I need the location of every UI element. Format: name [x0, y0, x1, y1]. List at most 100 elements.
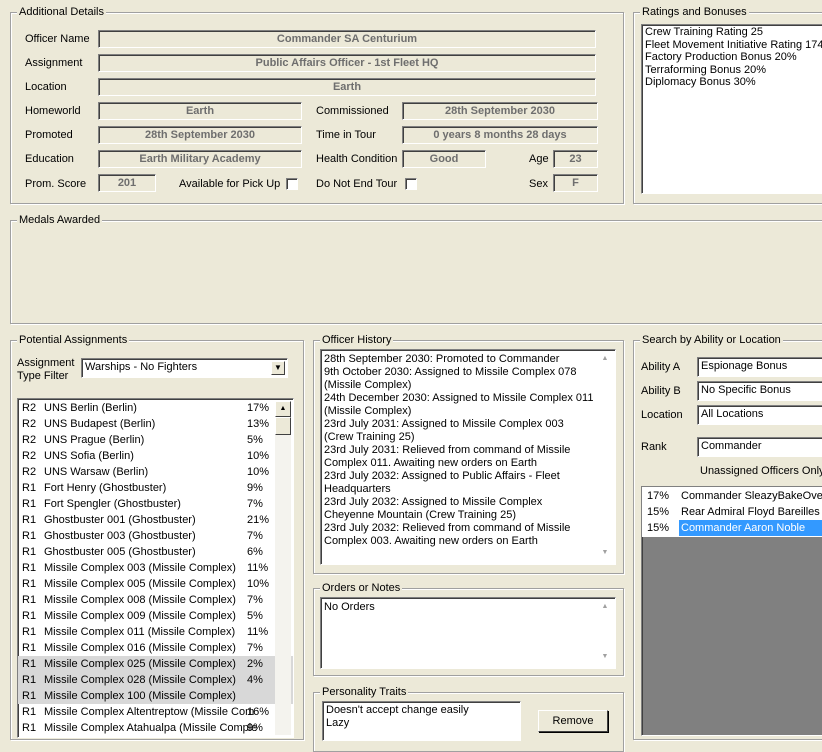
rank-label: Rank	[641, 441, 667, 453]
ability-a-dropdown[interactable]: Espionage Bonus	[697, 357, 822, 377]
assignments-scrollbar[interactable]: ▲	[275, 401, 291, 735]
assignment-name: Fort Henry (Ghostbuster)	[44, 482, 167, 494]
scroll-up-icon[interactable]: ▲	[597, 352, 613, 368]
assignment-type-filter-dropdown[interactable]: Warships - No Fighters ▼	[81, 358, 288, 378]
scroll-up-icon[interactable]: ▲	[597, 600, 613, 616]
history-entry: 28th September 2030: Promoted to Command…	[324, 353, 560, 365]
assignment-rank: R1	[22, 594, 37, 606]
assignment-type-filter-label-2: Type Filter	[17, 370, 69, 382]
assignment-row[interactable]: R1 Missile Complex 100 (Missile Complex)	[18, 688, 293, 704]
assignment-percent: 21%	[247, 514, 270, 526]
rating-item: Diplomacy Bonus 30%	[645, 76, 756, 88]
officer-name-label: Officer Name	[25, 33, 90, 45]
time-in-tour-field: 0 years 8 months 28 days	[402, 126, 598, 144]
remove-trait-button[interactable]: Remove	[538, 710, 608, 732]
assignment-row[interactable]: R1 Missile Complex 011 (Missile Complex) 1…	[18, 624, 293, 640]
officer-result-name: Rear Admiral Floyd Bareilles	[681, 506, 820, 518]
officer-result-percent: 15%	[647, 522, 670, 534]
assignment-rank: R1	[22, 578, 37, 590]
scrollbar-thumb[interactable]	[275, 417, 291, 435]
assignment-percent: 7%	[247, 642, 263, 654]
additional-details-legend: Additional Details	[17, 6, 106, 19]
assignment-row[interactable]: R1 Missile Complex Altentreptow (Missile …	[18, 704, 293, 720]
age-field: 23	[553, 150, 598, 168]
assignment-row[interactable]: R1 Missile Complex Atahualpa (Missile Com…	[18, 720, 293, 736]
assignment-percent: 9%	[247, 482, 263, 494]
assignment-rank: R1	[22, 498, 37, 510]
assignment-row[interactable]: R1 Ghostbuster 005 (Ghostbuster) 6%	[18, 544, 293, 560]
ratings-list[interactable]: Crew Training Rating 25 Fleet Movement I…	[641, 24, 822, 194]
officer-search-results-list[interactable]: 17% Commander SleazyBakeOven 15% Rear Admir…	[641, 486, 822, 736]
ability-b-dropdown[interactable]: No Specific Bonus	[697, 381, 822, 401]
assignment-percent: 7%	[247, 498, 263, 510]
history-scrollbar[interactable]: ▲ ▼	[597, 352, 613, 562]
assignment-row[interactable]: R1 Missile Complex 005 (Missile Complex) 1…	[18, 576, 293, 592]
rating-item: Factory Production Bonus 20%	[645, 51, 797, 63]
available-for-pickup-checkbox[interactable]	[286, 178, 298, 190]
officer-history-list[interactable]: 28th September 2030: Promoted to Command…	[320, 349, 616, 565]
assignment-rank: R1	[22, 658, 37, 670]
search-location-dropdown[interactable]: All Locations	[697, 405, 822, 425]
assignment-row[interactable]: R1 Missile Complex 008 (Missile Complex) 7…	[18, 592, 293, 608]
officer-result-percent: 15%	[647, 506, 670, 518]
assignment-row[interactable]: R1 Ghostbuster 001 (Ghostbuster) 21%	[18, 512, 293, 528]
history-entry: 9th October 2030: Assigned to Missile Co…	[324, 366, 577, 391]
assignment-name: Missile Complex 005 (Missile Complex)	[44, 578, 236, 590]
potential-assignments-list[interactable]: R2 UNS Berlin (Berlin) 17% R2 UNS Budapest (…	[17, 398, 294, 738]
chevron-down-icon[interactable]: ▼	[271, 361, 285, 375]
ability-a-label: Ability A	[641, 361, 681, 373]
history-entry: 24th December 2030: Assigned to Missile …	[324, 392, 594, 417]
assignment-rank: R2	[22, 450, 37, 462]
assignment-row[interactable]: R1 Missile Complex 003 (Missile Complex) 1…	[18, 560, 293, 576]
assignment-row[interactable]: R1 Missile Complex 009 (Missile Complex) 5…	[18, 608, 293, 624]
assignment-row[interactable]: R1 Fort Henry (Ghostbuster) 9%	[18, 480, 293, 496]
scroll-down-icon[interactable]: ▼	[597, 546, 613, 562]
assignment-percent: 4%	[247, 674, 263, 686]
assignment-row[interactable]: R2 UNS Sofia (Berlin) 10%	[18, 448, 293, 464]
assignment-row[interactable]: R1 Ghostbuster 003 (Ghostbuster) 7%	[18, 528, 293, 544]
assignment-row[interactable]: R2 UNS Prague (Berlin) 5%	[18, 432, 293, 448]
personality-traits-list[interactable]: Doesn't accept change easily Lazy	[322, 701, 521, 741]
ability-b-value: No Specific Bonus	[701, 384, 791, 396]
orders-scrollbar[interactable]: ▲ ▼	[597, 600, 613, 666]
age-label: Age	[529, 153, 549, 165]
assignment-name: Missile Complex 028 (Missile Complex)	[44, 674, 236, 686]
history-entry: 23rd July 2032: Relieved from command of…	[324, 522, 571, 547]
assignment-name: UNS Berlin (Berlin)	[44, 402, 137, 414]
assignment-row[interactable]: R2 UNS Warsaw (Berlin) 10%	[18, 464, 293, 480]
assignment-percent: 16%	[247, 706, 270, 718]
assignment-rank: R1	[22, 722, 37, 734]
assignment-row[interactable]: R2 UNS Budapest (Berlin) 13%	[18, 416, 293, 432]
ability-a-value: Espionage Bonus	[701, 360, 788, 372]
assignment-rank: R2	[22, 434, 37, 446]
assignment-row[interactable]: R1 Fort Spengler (Ghostbuster) 7%	[18, 496, 293, 512]
medals-awarded-group: Medals Awarded	[10, 214, 822, 324]
sex-label: Sex	[529, 178, 548, 190]
assignment-row[interactable]: R2 UNS Berlin (Berlin) 17%	[18, 400, 293, 416]
orders-notes-legend: Orders or Notes	[320, 582, 403, 595]
health-condition-field: Good	[402, 150, 486, 168]
scroll-down-icon[interactable]: ▼	[597, 650, 613, 666]
officer-result-row[interactable]: 15% Commander Aaron Noble	[642, 520, 822, 536]
assignment-row[interactable]: R1 Missile Complex 016 (Missile Complex) 7…	[18, 640, 293, 656]
officer-result-row[interactable]: 15% Rear Admiral Floyd Bareilles	[642, 504, 822, 520]
scroll-up-icon[interactable]: ▲	[275, 401, 291, 417]
officer-result-row[interactable]: 17% Commander SleazyBakeOven	[642, 488, 822, 504]
assignment-rank: R1	[22, 514, 37, 526]
assignment-rank: R1	[22, 626, 37, 638]
assignment-name: Missile Complex 016 (Missile Complex)	[44, 642, 236, 654]
location-field: Earth	[98, 78, 596, 96]
orders-notes-textarea[interactable]: No Orders ▲ ▼	[320, 597, 616, 669]
assignment-name: Missile Complex Atahualpa (Missile Compl…	[44, 722, 258, 734]
do-not-end-tour-checkbox[interactable]	[405, 178, 417, 190]
rank-dropdown[interactable]: Commander	[697, 437, 822, 457]
assignment-percent: 10%	[247, 466, 270, 478]
assignment-rank: R1	[22, 482, 37, 494]
assignment-row[interactable]: R1 Missile Complex 025 (Missile Complex) 2…	[18, 656, 293, 672]
assignment-name: Missile Complex 100 (Missile Complex)	[44, 690, 236, 702]
promoted-field: 28th September 2030	[98, 126, 302, 144]
history-entry: 23rd July 2031: Assigned to Missile Comp…	[324, 418, 564, 443]
assignment-row[interactable]: R1 Missile Complex 028 (Missile Complex) 4…	[18, 672, 293, 688]
assignment-percent: 17%	[247, 402, 270, 414]
assignment-name: Missile Complex 009 (Missile Complex)	[44, 610, 236, 622]
